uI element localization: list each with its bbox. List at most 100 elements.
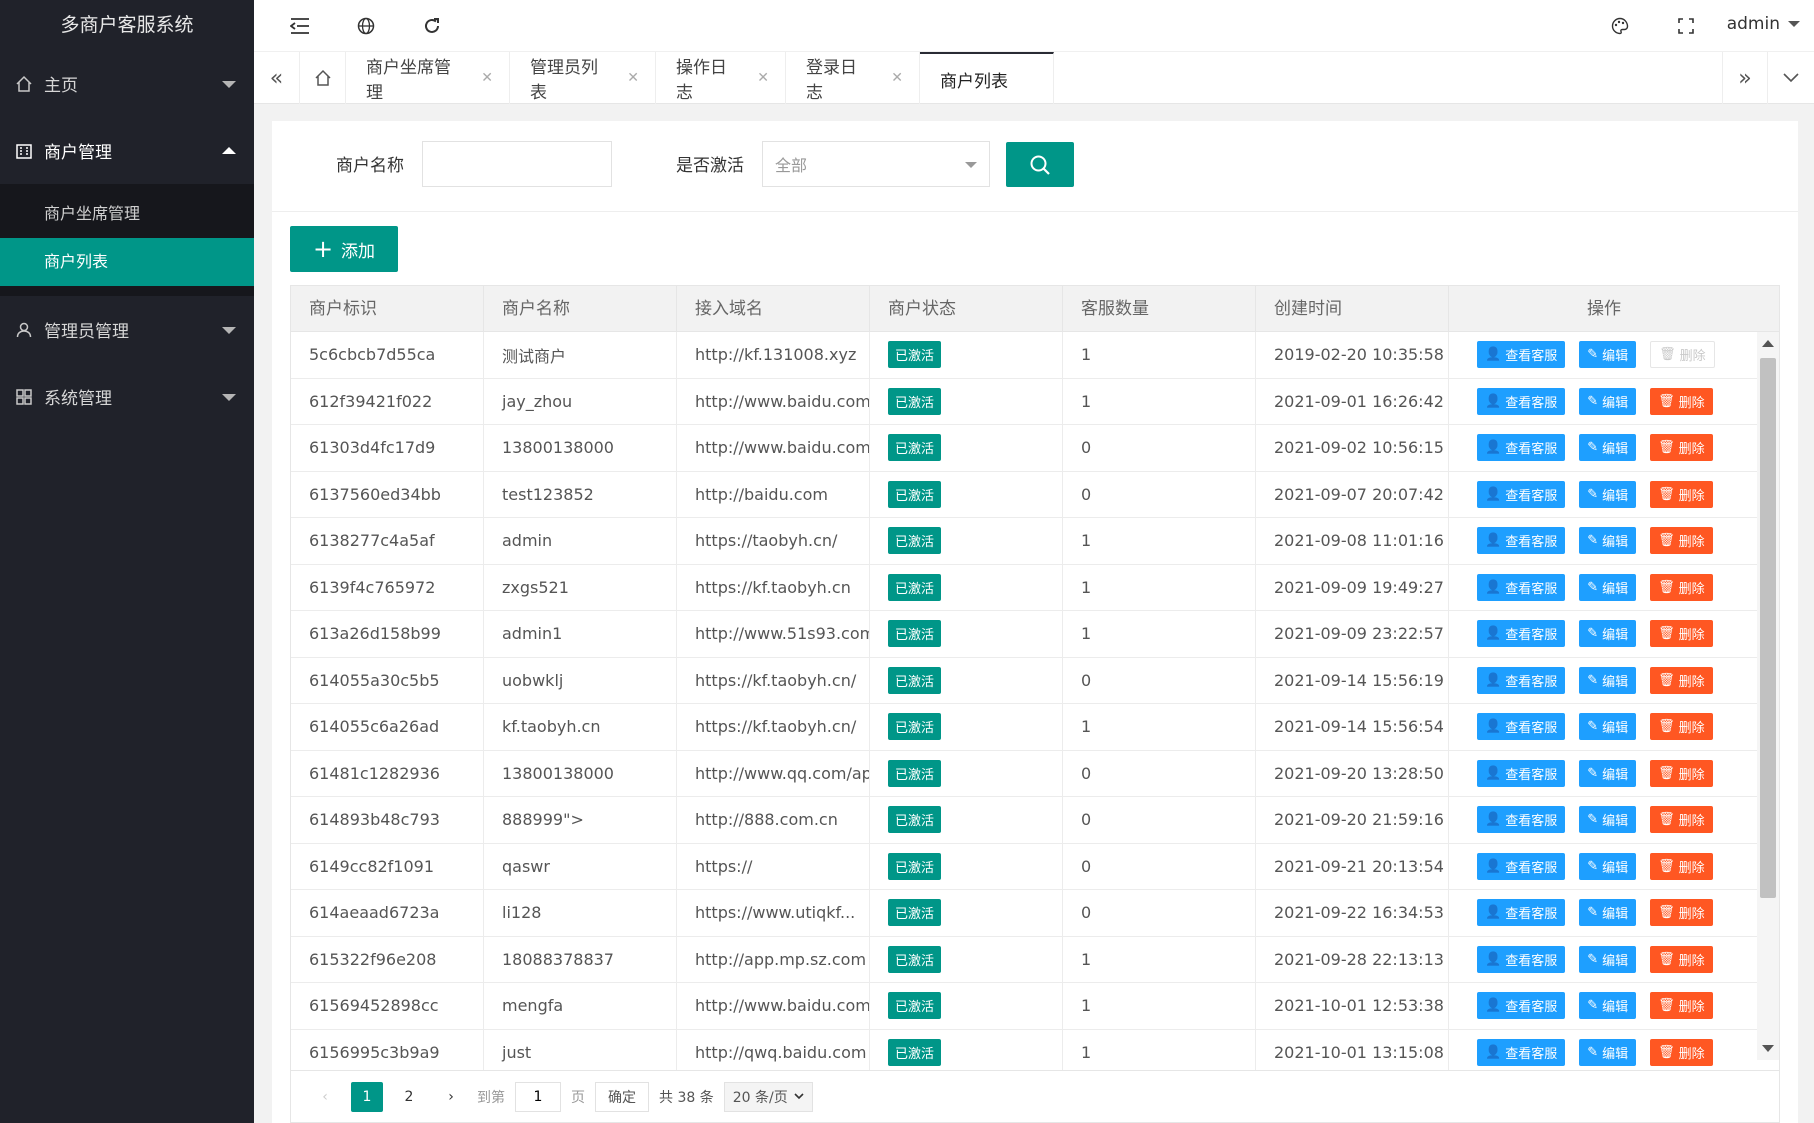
menu-fold-icon[interactable]	[288, 14, 312, 38]
edit-button[interactable]: ✎ 编辑	[1579, 620, 1637, 648]
delete-button[interactable]: 🗑 删除	[1650, 666, 1713, 694]
table-scrollbar[interactable]	[1757, 332, 1779, 1060]
view-agents-button[interactable]: 👤 查看客服	[1477, 387, 1566, 415]
delete-button[interactable]: 🗑 删除	[1650, 620, 1713, 648]
sidebar-item-admin[interactable]: 管理员管理	[0, 296, 254, 363]
cell-agent-count: 0	[1063, 890, 1256, 936]
prev-page-icon[interactable]: ‹	[309, 1082, 341, 1112]
tabs-more-icon[interactable]	[1768, 52, 1814, 104]
cell-actions: 👤 查看客服 ✎ 编辑 🗑 删除	[1449, 797, 1737, 843]
edit-button[interactable]: ✎ 编辑	[1579, 573, 1637, 601]
theme-icon[interactable]	[1608, 14, 1632, 38]
sidebar-item-merchant-seats[interactable]: 商户坐席管理	[0, 190, 254, 238]
edit-button[interactable]: ✎ 编辑	[1579, 806, 1637, 834]
cell-actions: 👤 查看客服 ✎ 编辑 🗑 删除	[1449, 332, 1737, 378]
view-agents-button[interactable]: 👤 查看客服	[1477, 992, 1566, 1020]
page-1[interactable]: 1	[351, 1081, 383, 1112]
globe-icon[interactable]	[354, 14, 378, 38]
user-icon: 👤	[1485, 1044, 1502, 1060]
cell-created: 2021-09-02 10:56:15	[1256, 425, 1449, 471]
delete-button[interactable]: 🗑 删除	[1650, 852, 1713, 880]
delete-button[interactable]: 🗑 删除	[1650, 713, 1713, 741]
delete-button[interactable]: 🗑 删除	[1650, 341, 1715, 369]
trash-icon: 🗑	[1658, 393, 1675, 409]
tab-merchant-list[interactable]: 商户列表	[920, 52, 1054, 104]
view-agents-button[interactable]: 👤 查看客服	[1477, 527, 1566, 555]
delete-button[interactable]: 🗑 删除	[1650, 945, 1713, 973]
search-button[interactable]	[1006, 142, 1074, 187]
edit-button[interactable]: ✎ 编辑	[1579, 434, 1637, 462]
delete-button[interactable]: 🗑 删除	[1650, 434, 1713, 462]
confirm-button[interactable]: 确定	[595, 1081, 649, 1112]
view-agents-button[interactable]: 👤 查看客服	[1477, 480, 1566, 508]
view-agents-button[interactable]: 👤 查看客服	[1477, 806, 1566, 834]
delete-button[interactable]: 🗑 删除	[1650, 1038, 1713, 1066]
view-agents-button[interactable]: 👤 查看客服	[1477, 713, 1566, 741]
cell-created: 2021-09-14 15:56:54	[1256, 704, 1449, 750]
edit-button[interactable]: ✎ 编辑	[1579, 713, 1637, 741]
delete-button[interactable]: 🗑 删除	[1650, 992, 1713, 1020]
scroll-thumb[interactable]	[1760, 358, 1776, 898]
merchant-name-input[interactable]	[422, 141, 612, 187]
close-icon[interactable]: ✕	[891, 70, 903, 86]
edit-button[interactable]: ✎ 编辑	[1579, 666, 1637, 694]
edit-button[interactable]: ✎ 编辑	[1579, 387, 1637, 415]
tab-admin-list[interactable]: 管理员列表 ✕	[510, 52, 656, 104]
tab-operation-log[interactable]: 操作日志 ✕	[656, 52, 786, 104]
view-agents-button[interactable]: 👤 查看客服	[1477, 1038, 1566, 1066]
cell-status: 已激活	[870, 704, 1063, 750]
scroll-down-icon[interactable]	[1762, 1045, 1774, 1052]
view-agents-button[interactable]: 👤 查看客服	[1477, 341, 1566, 369]
view-agents-button[interactable]: 👤 查看客服	[1477, 434, 1566, 462]
view-agents-button[interactable]: 👤 查看客服	[1477, 899, 1566, 927]
view-agents-button[interactable]: 👤 查看客服	[1477, 573, 1566, 601]
next-page-icon[interactable]: ›	[435, 1082, 467, 1112]
edit-button[interactable]: ✎ 编辑	[1579, 899, 1637, 927]
user-menu[interactable]: admin	[1727, 14, 1800, 34]
delete-button[interactable]: 🗑 删除	[1650, 573, 1713, 601]
page-size-select[interactable]: 20 条/页	[723, 1081, 813, 1112]
sidebar-item-system[interactable]: 系统管理	[0, 363, 254, 430]
tab-merchant-seats[interactable]: 商户坐席管理 ✕	[346, 52, 510, 104]
edit-button[interactable]: ✎ 编辑	[1579, 1038, 1637, 1066]
add-button[interactable]: + 添加	[290, 226, 398, 272]
view-agents-button[interactable]: 👤 查看客服	[1477, 620, 1566, 648]
delete-button[interactable]: 🗑 删除	[1650, 806, 1713, 834]
scroll-up-icon[interactable]	[1762, 340, 1774, 347]
edit-button-label: 编辑	[1602, 535, 1629, 551]
delete-button[interactable]: 🗑 删除	[1650, 387, 1713, 415]
view-agents-button[interactable]: 👤 查看客服	[1477, 666, 1566, 694]
delete-button[interactable]: 🗑 删除	[1650, 480, 1713, 508]
view-agents-button[interactable]: 👤 查看客服	[1477, 852, 1566, 880]
edit-button[interactable]: ✎ 编辑	[1579, 852, 1637, 880]
edit-button[interactable]: ✎ 编辑	[1579, 992, 1637, 1020]
view-agents-button[interactable]: 👤 查看客服	[1477, 759, 1566, 787]
close-icon[interactable]: ✕	[627, 70, 639, 86]
fullscreen-icon[interactable]	[1674, 14, 1698, 38]
refresh-icon[interactable]	[420, 14, 444, 38]
delete-button-label: 删除	[1678, 767, 1705, 783]
edit-button[interactable]: ✎ 编辑	[1579, 341, 1637, 369]
tab-login-log[interactable]: 登录日志 ✕	[786, 52, 920, 104]
tabs-prev-icon[interactable]: «	[254, 52, 300, 104]
home-tab-icon[interactable]	[300, 52, 346, 104]
edit-button[interactable]: ✎ 编辑	[1579, 480, 1637, 508]
page-2[interactable]: 2	[393, 1082, 425, 1112]
delete-button[interactable]: 🗑 删除	[1650, 899, 1713, 927]
active-select[interactable]: 全部	[762, 141, 990, 187]
status-badge: 已激活	[888, 899, 942, 927]
close-icon[interactable]: ✕	[757, 70, 769, 86]
edit-button[interactable]: ✎ 编辑	[1579, 759, 1637, 787]
delete-button[interactable]: 🗑 删除	[1650, 759, 1713, 787]
status-badge: 已激活	[888, 387, 942, 415]
close-icon[interactable]: ✕	[481, 70, 493, 86]
view-agents-button[interactable]: 👤 查看客服	[1477, 945, 1566, 973]
sidebar-item-merchant[interactable]: 商户管理	[0, 117, 254, 184]
delete-button[interactable]: 🗑 删除	[1650, 527, 1713, 555]
sidebar-item-home[interactable]: 主页	[0, 50, 254, 117]
edit-button[interactable]: ✎ 编辑	[1579, 945, 1637, 973]
edit-button[interactable]: ✎ 编辑	[1579, 527, 1637, 555]
goto-page-input[interactable]	[515, 1081, 561, 1112]
sidebar-item-merchant-list[interactable]: 商户列表	[0, 238, 254, 286]
tabs-next-icon[interactable]: »	[1722, 52, 1768, 104]
